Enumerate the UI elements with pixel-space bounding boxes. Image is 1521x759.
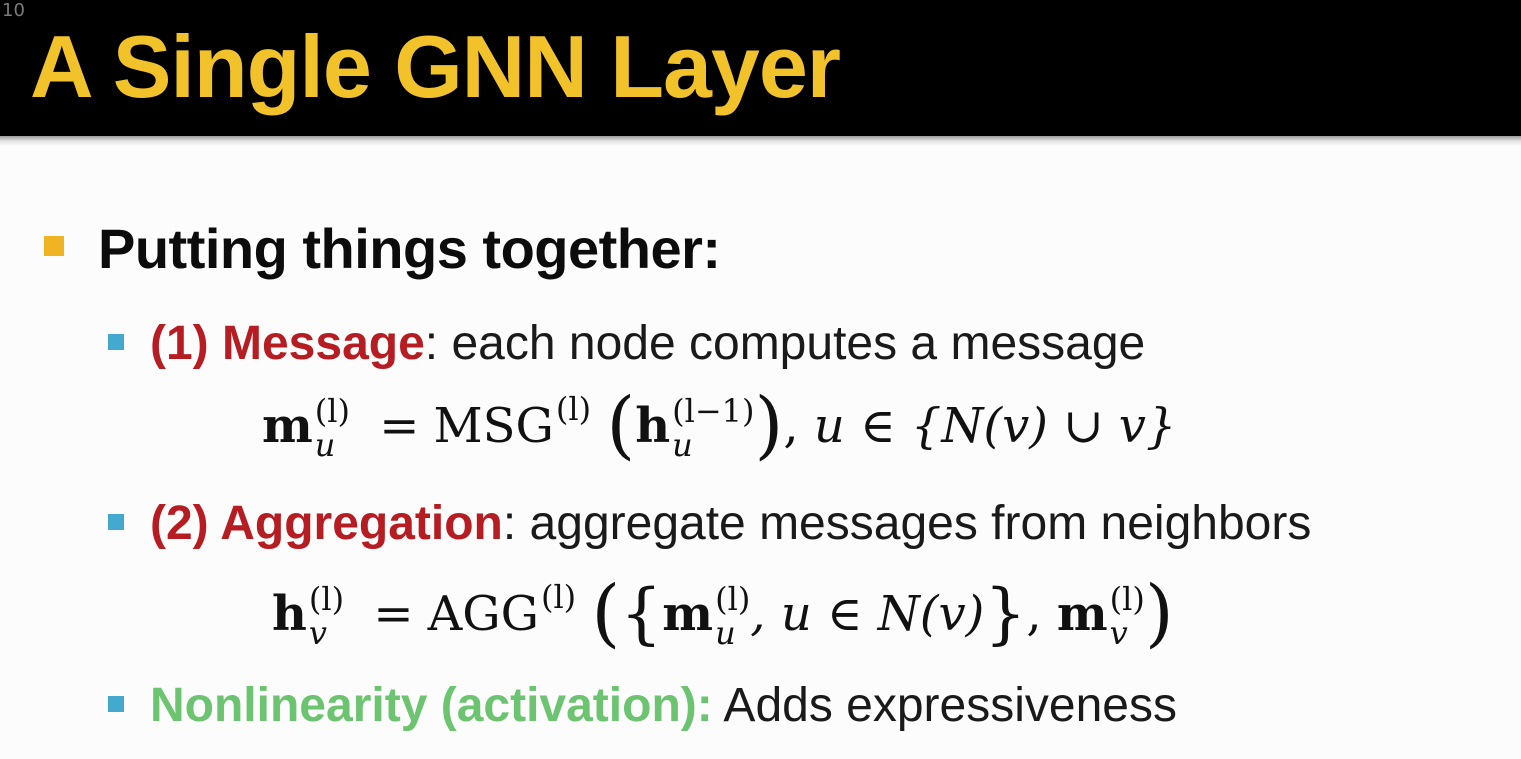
formula2-function: AGG	[427, 586, 539, 642]
formula1-lhs: m	[262, 398, 313, 454]
bullet-square-icon	[44, 236, 64, 256]
sub-bullet-square-icon	[108, 696, 124, 712]
sub-bullet-aggregation: (2) Aggregation: aggregate messages from…	[150, 494, 1311, 554]
nonlinearity-text: Adds expressiveness	[712, 679, 1177, 732]
header-divider	[0, 136, 1521, 146]
formula1-set: {N(v) ∪ v}	[910, 398, 1177, 454]
sub-bullet-square-icon	[108, 514, 124, 530]
aggregation-text: : aggregate messages from neighbors	[502, 497, 1312, 550]
title-bar: 10 A Single GNN Layer	[0, 0, 1521, 136]
slide-number: 10	[2, 0, 25, 21]
message-formula: m (l) u = MSG(l) (h (l−1) u), u ∈ {N(v) ∪ v}	[262, 382, 1177, 468]
formula2-lhs: h	[272, 586, 307, 642]
nonlinearity-label: Nonlinearity (activation):	[150, 679, 713, 732]
slide-title: A Single GNN Layer	[30, 17, 841, 116]
message-label: (1) Message	[150, 317, 425, 370]
aggregation-formula: h (l) v = AGG(l) ({m (l) u, u ∈ N(v)}, m (l) v)	[272, 570, 1174, 656]
formula1-function: MSG	[433, 398, 554, 454]
sub-bullet-square-icon	[108, 334, 124, 350]
slide: 10 A Single GNN Layer Putting things tog…	[0, 0, 1521, 759]
formula1-arg: h	[635, 398, 671, 454]
message-text: : each node computes a message	[424, 317, 1146, 370]
sub-bullet-nonlinearity: Nonlinearity (activation): Adds expressi…	[150, 676, 1177, 736]
formula2-neighbor-set: , u ∈ N(v)	[750, 586, 985, 642]
bullet-heading: Putting things together:	[98, 217, 721, 280]
formula1-lhs-indices: (l) u	[314, 391, 350, 464]
formula1-equals: =	[379, 398, 420, 454]
aggregation-label: (2) Aggregation	[150, 497, 503, 550]
sub-bullet-message: (1) Message: each node computes a messag…	[150, 314, 1145, 374]
formula1-function-sup: (l)	[555, 390, 592, 428]
